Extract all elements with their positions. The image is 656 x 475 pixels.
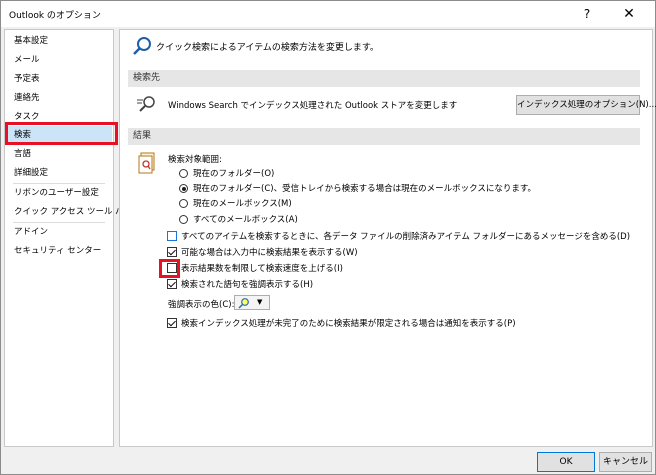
radio-current-mailbox[interactable] xyxy=(179,199,188,208)
sidebar-item-advanced[interactable]: 詳細設定 xyxy=(6,164,112,183)
checkbox-show-results-as-typing[interactable] xyxy=(167,247,177,257)
checkbox-label-include-deleted-items: すべてのアイテムを検索するときに、各データ ファイルの削除済みアイテム フォルダ… xyxy=(181,232,631,242)
ok-button[interactable]: OK xyxy=(537,452,595,472)
checkbox-notify-incomplete-index[interactable] xyxy=(167,318,177,328)
sidebar: 基本設定 メール 予定表 連絡先 タスク 検索 言語 詳細設定 リボンのユーザー… xyxy=(4,29,132,447)
sidebar-item-quick-access-toolbar[interactable]: クイック アクセス ツール バー xyxy=(6,203,132,222)
options-dialog: Outlook のオプション ? ✕ 基本設定 メール 予定表 連絡先 タスク … xyxy=(0,0,656,475)
search-store-icon xyxy=(137,96,155,112)
radio-label-all-mailboxes: すべてのメールボックス(A) xyxy=(193,215,298,225)
magnifier-icon xyxy=(133,37,151,55)
radio-current-folder-inbox-mailbox[interactable] xyxy=(179,184,188,193)
search-options-panel: クイック検索によるアイテムの検索方法を変更します。 検索先 Windows Se… xyxy=(119,29,656,447)
help-button[interactable]: ? xyxy=(567,1,607,27)
highlighter-pen-icon xyxy=(238,298,249,309)
index-options-button[interactable]: インデックス処理のオプション(N)... xyxy=(516,95,656,115)
chevron-down-icon: ▼ xyxy=(257,298,263,306)
radio-label-current-folder: 現在のフォルダー(O) xyxy=(193,169,275,179)
cancel-button[interactable]: キャンセル xyxy=(599,452,652,472)
results-document-icon xyxy=(138,152,155,174)
checkbox-include-deleted-items[interactable] xyxy=(167,231,177,241)
highlight-frame-search xyxy=(5,122,118,145)
checkbox-label-show-results-as-typing: 可能な場合は入力中に検索結果を表示する(W) xyxy=(181,248,358,258)
sidebar-item-general[interactable]: 基本設定 xyxy=(6,32,112,51)
checkbox-label-notify-incomplete-index: 検索インデックス処理が未完了のために検索結果が限定される場合は通知を表示する(P… xyxy=(181,319,516,329)
sidebar-item-trust-center[interactable]: セキュリティ センター xyxy=(6,242,112,261)
checkbox-highlight-terms[interactable] xyxy=(167,279,177,289)
highlight-color-picker[interactable]: ▼ xyxy=(234,295,270,310)
section-header-results: 結果 xyxy=(128,128,640,145)
close-button[interactable]: ✕ xyxy=(609,1,649,27)
sidebar-item-calendar[interactable]: 予定表 xyxy=(6,70,112,89)
radio-all-mailboxes[interactable] xyxy=(179,215,188,224)
checkbox-label-highlight-terms: 検索された語句を強調表示する(H) xyxy=(181,280,314,290)
sidebar-item-language[interactable]: 言語 xyxy=(6,145,112,164)
checkbox-label-limit-results: 表示結果数を制限して検索速度を上げる(I) xyxy=(181,264,343,274)
sidebar-item-customize-ribbon[interactable]: リボンのユーザー設定 xyxy=(6,184,112,203)
window-title: Outlook のオプション xyxy=(9,11,101,21)
sources-description: Windows Search でインデックス処理された Outlook ストアを… xyxy=(168,101,458,111)
highlight-color-label: 強調表示の色(C): xyxy=(168,300,235,310)
sidebar-item-contacts[interactable]: 連絡先 xyxy=(6,89,112,108)
section-header-sources: 検索先 xyxy=(128,70,640,87)
sidebar-item-mail[interactable]: メール xyxy=(6,51,112,70)
radio-current-folder[interactable] xyxy=(179,169,188,178)
radio-label-current-folder-inbox-mailbox: 現在のフォルダー(C)、受信トレイから検索する場合は現在のメールボックスになりま… xyxy=(193,184,536,194)
panel-description: クイック検索によるアイテムの検索方法を変更します。 xyxy=(156,43,379,53)
radio-label-current-mailbox: 現在のメールボックス(M) xyxy=(193,199,292,209)
scope-label: 検索対象範囲: xyxy=(168,155,222,165)
title-bar: Outlook のオプション ? ✕ xyxy=(1,1,655,27)
highlight-frame-limit-results-checkbox xyxy=(159,259,180,278)
sidebar-item-add-ins[interactable]: アドイン xyxy=(6,223,112,242)
